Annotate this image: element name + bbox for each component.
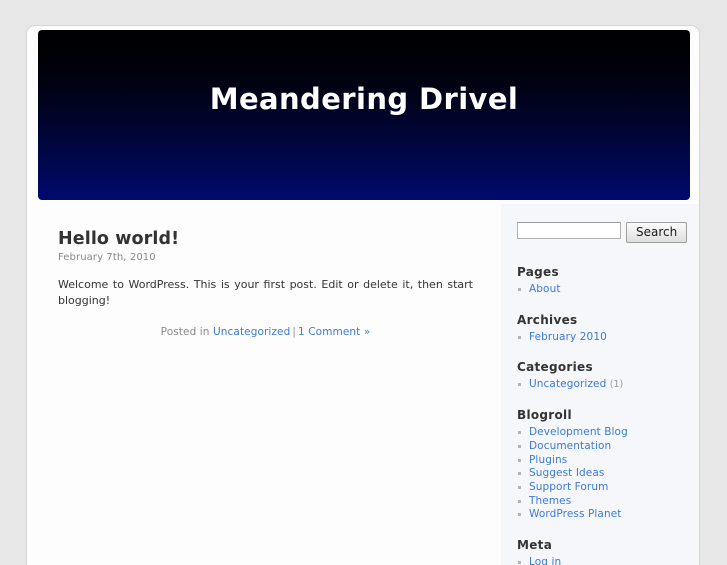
bullet-icon — [518, 288, 521, 291]
sidebar-link[interactable]: Support Forum — [529, 481, 608, 493]
sidebar-widget-title: Meta — [517, 538, 553, 553]
site-header-banner: Meandering Drivel — [38, 30, 690, 200]
sidebar-widget: Categories Uncategorized (1) — [517, 360, 689, 392]
bullet-icon — [518, 444, 521, 448]
sidebar-link[interactable]: Uncategorized — [529, 378, 606, 390]
bullet-icon — [518, 472, 521, 476]
sidebar-link[interactable]: Documentation — [529, 440, 611, 452]
search-button[interactable]: Search — [626, 222, 688, 243]
list-item: February 2010 — [517, 331, 689, 345]
bullet-icon — [518, 561, 521, 565]
post-title[interactable]: Hello world! — [58, 229, 473, 249]
sidebar-widget: Archives February 2010 — [517, 313, 689, 345]
sidebar-widget-list: About — [517, 283, 689, 297]
main-content-column: Hello world! February 7th, 2010 Welcome … — [27, 204, 501, 565]
search-input[interactable] — [517, 222, 621, 239]
sidebar-widget: Blogroll Development Blog Documentation Plu… — [517, 408, 689, 522]
sidebar-widget-list: Development Blog Documentation Plugins Sugg… — [517, 426, 689, 522]
list-item: Uncategorized (1) — [517, 378, 689, 392]
sidebar-link[interactable]: Plugins — [529, 454, 567, 466]
bullet-icon — [518, 383, 521, 387]
post-meta: Posted in Uncategorized | 1 Comment » — [58, 326, 473, 338]
sidebar-widget-title: Archives — [517, 312, 578, 327]
list-item: Plugins — [517, 454, 689, 468]
bullet-icon — [518, 431, 521, 435]
sidebar-link[interactable]: Themes — [529, 495, 571, 507]
sidebar-link[interactable]: February 2010 — [529, 331, 607, 343]
item-count: (1) — [609, 379, 624, 391]
sidebar-widget-title: Pages — [517, 265, 559, 279]
content-row: Hello world! February 7th, 2010 Welcome … — [27, 204, 699, 565]
sidebar-widget-title: Blogroll — [517, 408, 572, 423]
sidebar-link[interactable]: About — [529, 283, 561, 295]
list-item: Support Forum — [517, 481, 689, 495]
post-category-link[interactable]: Uncategorized — [213, 326, 290, 338]
sidebar-widget: Meta Log in — [517, 538, 689, 565]
sidebar-widget-list: Log in — [517, 556, 689, 565]
sidebar-widget-list: February 2010 — [517, 331, 689, 345]
list-item: Documentation — [517, 440, 689, 454]
meta-separator: | — [292, 326, 297, 339]
sidebar-link[interactable]: WordPress Planet — [529, 508, 621, 520]
list-item: Suggest Ideas — [517, 467, 689, 481]
post-body-text: Welcome to WordPress. This is your first… — [58, 278, 473, 307]
post-date: February 7th, 2010 — [58, 252, 156, 264]
sidebar-widget-title: Categories — [517, 360, 593, 375]
list-item: WordPress Planet — [517, 508, 689, 522]
sidebar-link[interactable]: Log in — [529, 556, 561, 565]
site-title[interactable]: Meandering Drivel — [210, 84, 519, 114]
list-item: About — [517, 283, 689, 297]
list-item: Development Blog — [517, 426, 689, 440]
search-form: Search — [517, 222, 689, 243]
sidebar-widget-list: Uncategorized (1) — [517, 378, 689, 392]
page-container: Meandering Drivel Hello world! February … — [26, 25, 700, 565]
blog-post: Hello world! February 7th, 2010 Welcome … — [58, 229, 473, 338]
sidebar-widgets: Pages About Archives February 2010 Categorie… — [517, 265, 689, 565]
bullet-icon — [518, 458, 521, 462]
bullet-icon — [518, 335, 521, 339]
sidebar-widget: Pages About — [517, 265, 689, 297]
bullet-icon — [518, 499, 521, 503]
list-item: Log in — [517, 556, 689, 565]
sidebar: Search Pages About Archives February 2010 Ca… — [501, 204, 699, 565]
sidebar-link[interactable]: Development Blog — [529, 426, 628, 438]
post-comments-link[interactable]: 1 Comment » — [298, 326, 370, 338]
sidebar-link[interactable]: Suggest Ideas — [529, 467, 604, 479]
bullet-icon — [518, 485, 521, 489]
posted-in-label: Posted in — [160, 326, 210, 339]
bullet-icon — [518, 513, 521, 517]
list-item: Themes — [517, 495, 689, 509]
